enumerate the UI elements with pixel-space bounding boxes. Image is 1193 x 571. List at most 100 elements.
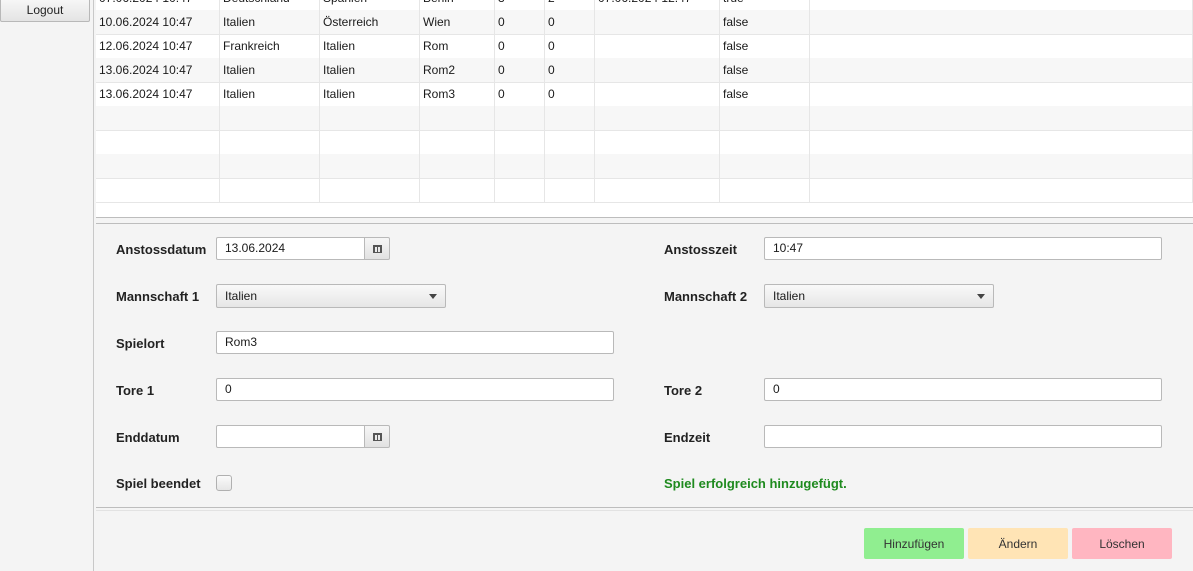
table-cell	[495, 130, 545, 154]
table-cell	[420, 154, 495, 178]
anstosszeit-label: Anstosszeit	[664, 242, 737, 257]
table-cell: Berlin	[420, 0, 495, 10]
chevron-down-icon	[977, 294, 985, 299]
table-row[interactable]: 12.06.2024 10:47 Frankreich Italien Rom 0 0 fa…	[96, 34, 1193, 59]
table-cell	[220, 106, 320, 130]
table-cell	[810, 178, 1193, 202]
table-cell: Frankreich	[220, 34, 320, 58]
table-row[interactable]: 10.06.2024 10:47 Italien Österreich Wien 0 0 f…	[96, 10, 1193, 35]
table-cell: Deutschland	[220, 0, 320, 10]
table-cell: 13.06.2024 10:47	[96, 82, 220, 106]
enddatum-picker-button[interactable]	[365, 425, 390, 448]
table-cell	[810, 10, 1193, 34]
table-row[interactable]	[96, 178, 1193, 203]
table-cell	[720, 178, 810, 202]
table-cell	[420, 178, 495, 202]
table-row[interactable]	[96, 106, 1193, 131]
table-cell	[720, 106, 810, 130]
table-cell	[545, 106, 595, 130]
form-bottom-divider	[96, 507, 1193, 508]
table-cell	[810, 106, 1193, 130]
table-row[interactable]: 13.06.2024 10:47 Italien Italien Rom2 0 0 fals…	[96, 58, 1193, 83]
table-cell	[720, 154, 810, 178]
add-button[interactable]: Hinzufügen	[864, 528, 964, 559]
spiel-beendet-checkbox[interactable]	[216, 475, 232, 491]
table-cell	[96, 106, 220, 130]
table-cell: 0	[545, 10, 595, 34]
table-cell	[810, 58, 1193, 82]
table-cell: Wien	[420, 10, 495, 34]
table-cell	[220, 178, 320, 202]
spielort-field[interactable]: Rom3	[216, 331, 614, 354]
edit-button[interactable]: Ändern	[968, 528, 1068, 559]
delete-button[interactable]: Löschen	[1072, 528, 1172, 559]
table-cell	[720, 130, 810, 154]
mannschaft2-label: Mannschaft 2	[664, 289, 748, 304]
table-cell: false	[720, 10, 810, 34]
mannschaft2-selected-value: Italien	[773, 289, 806, 303]
endzeit-field[interactable]	[764, 425, 1162, 448]
table-cell	[595, 130, 720, 154]
table-cell: 0	[495, 10, 545, 34]
table-cell: 3	[495, 0, 545, 10]
table-cell: Italien	[320, 82, 420, 106]
status-message: Spiel erfolgreich hinzugefügt.	[664, 476, 847, 491]
calendar-icon	[372, 432, 382, 441]
table-cell	[320, 130, 420, 154]
table-cell	[810, 130, 1193, 154]
table-cell	[545, 178, 595, 202]
tore2-label: Tore 2	[664, 383, 703, 398]
table-cell	[545, 130, 595, 154]
table-cell: false	[720, 34, 810, 58]
table-cell	[595, 106, 720, 130]
anstossdatum-label: Anstossdatum	[116, 242, 207, 257]
mannschaft1-selected-value: Italien	[225, 289, 258, 303]
table-cell	[220, 154, 320, 178]
table-cell	[810, 82, 1193, 106]
table-cell	[810, 154, 1193, 178]
table-cell	[495, 106, 545, 130]
table-cell: Italien	[320, 58, 420, 82]
table-cell: Rom	[420, 34, 495, 58]
table-cell: false	[720, 58, 810, 82]
sidebar: Logout	[0, 0, 94, 571]
table-row[interactable]	[96, 130, 1193, 155]
calendar-icon	[372, 244, 382, 253]
table-cell: Italien	[220, 58, 320, 82]
table-cell	[495, 154, 545, 178]
mannschaft2-select[interactable]: Italien	[764, 284, 994, 308]
spielort-label: Spielort	[116, 336, 165, 351]
table-cell: 0	[545, 82, 595, 106]
table-cell: 0	[495, 34, 545, 58]
anstossdatum-picker-button[interactable]	[365, 237, 390, 260]
table-row[interactable]: 13.06.2024 10:47 Italien Italien Rom3 0 0 fals…	[96, 82, 1193, 107]
mannschaft1-label: Mannschaft 1	[116, 289, 200, 304]
logout-button[interactable]: Logout	[0, 0, 90, 22]
table-cell: 13.06.2024 10:47	[96, 58, 220, 82]
anstossdatum-field[interactable]: 13.06.2024	[216, 237, 365, 260]
table-cell: 12.06.2024 10:47	[96, 34, 220, 58]
table-cell: Österreich	[320, 10, 420, 34]
table-cell	[420, 106, 495, 130]
tore1-label: Tore 1	[116, 383, 155, 398]
table-cell: Italien	[220, 82, 320, 106]
table-cell: 0	[545, 58, 595, 82]
enddatum-field[interactable]	[216, 425, 365, 448]
table-cell	[96, 154, 220, 178]
form-top-divider	[96, 223, 1193, 224]
table-cell	[96, 178, 220, 202]
table-cell: true	[720, 0, 810, 10]
table-row[interactable]	[96, 154, 1193, 179]
mannschaft1-select[interactable]: Italien	[216, 284, 446, 308]
chevron-down-icon	[429, 294, 437, 299]
table-cell: 0	[495, 82, 545, 106]
table-cell	[595, 10, 720, 34]
table-cell: 0	[545, 34, 595, 58]
table-cell: Rom2	[420, 58, 495, 82]
anstosszeit-field[interactable]: 10:47	[764, 237, 1162, 260]
table-cell	[595, 178, 720, 202]
tore2-field[interactable]: 0	[764, 378, 1162, 401]
table-cell: false	[720, 82, 810, 106]
tore1-field[interactable]: 0	[216, 378, 614, 401]
table-cell	[810, 0, 1193, 10]
